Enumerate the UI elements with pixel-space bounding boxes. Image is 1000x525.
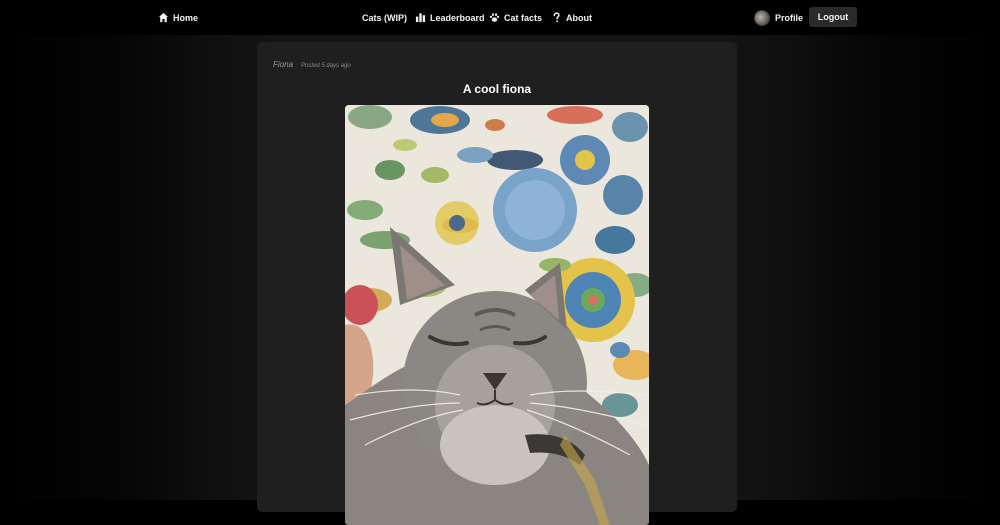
logout-button[interactable]: Logout — [809, 7, 857, 27]
nav-leaderboard-label: Leaderboard — [430, 12, 485, 23]
post-meta: Fiona Posted 5 days ago — [273, 60, 351, 69]
post-card: Fiona Posted 5 days ago A cool fiona — [257, 42, 737, 525]
nav-profile-label: Profile — [775, 12, 804, 23]
nav-cat-facts-link[interactable]: Cat facts — [488, 0, 542, 35]
nav-cats-link[interactable]: Cats (WIP) — [362, 0, 407, 35]
post-photo — [345, 105, 649, 525]
nav-cats-label: Cats (WIP) — [362, 12, 407, 23]
question-icon — [550, 12, 562, 24]
post-timestamp: Posted 5 days ago — [301, 63, 351, 69]
nav-home-link[interactable]: Home — [157, 0, 198, 35]
top-navigation: Home Cats (WIP) Leaderboard Cat facts Ab… — [0, 0, 1000, 35]
avatar — [754, 9, 770, 26]
nav-about-link[interactable]: About — [550, 0, 592, 35]
nav-leaderboard-link[interactable]: Leaderboard — [414, 0, 485, 35]
nav-about-label: About — [566, 12, 592, 23]
nav-home-label: Home — [173, 12, 199, 23]
post-title: A cool fiona — [462, 82, 532, 96]
home-icon — [157, 12, 169, 24]
bar-chart-icon — [414, 12, 426, 24]
post-author[interactable]: Fiona — [273, 60, 293, 69]
paw-icon — [488, 12, 500, 24]
nav-cat-facts-label: Cat facts — [504, 12, 543, 23]
nav-profile-link[interactable]: Profile — [754, 0, 803, 35]
